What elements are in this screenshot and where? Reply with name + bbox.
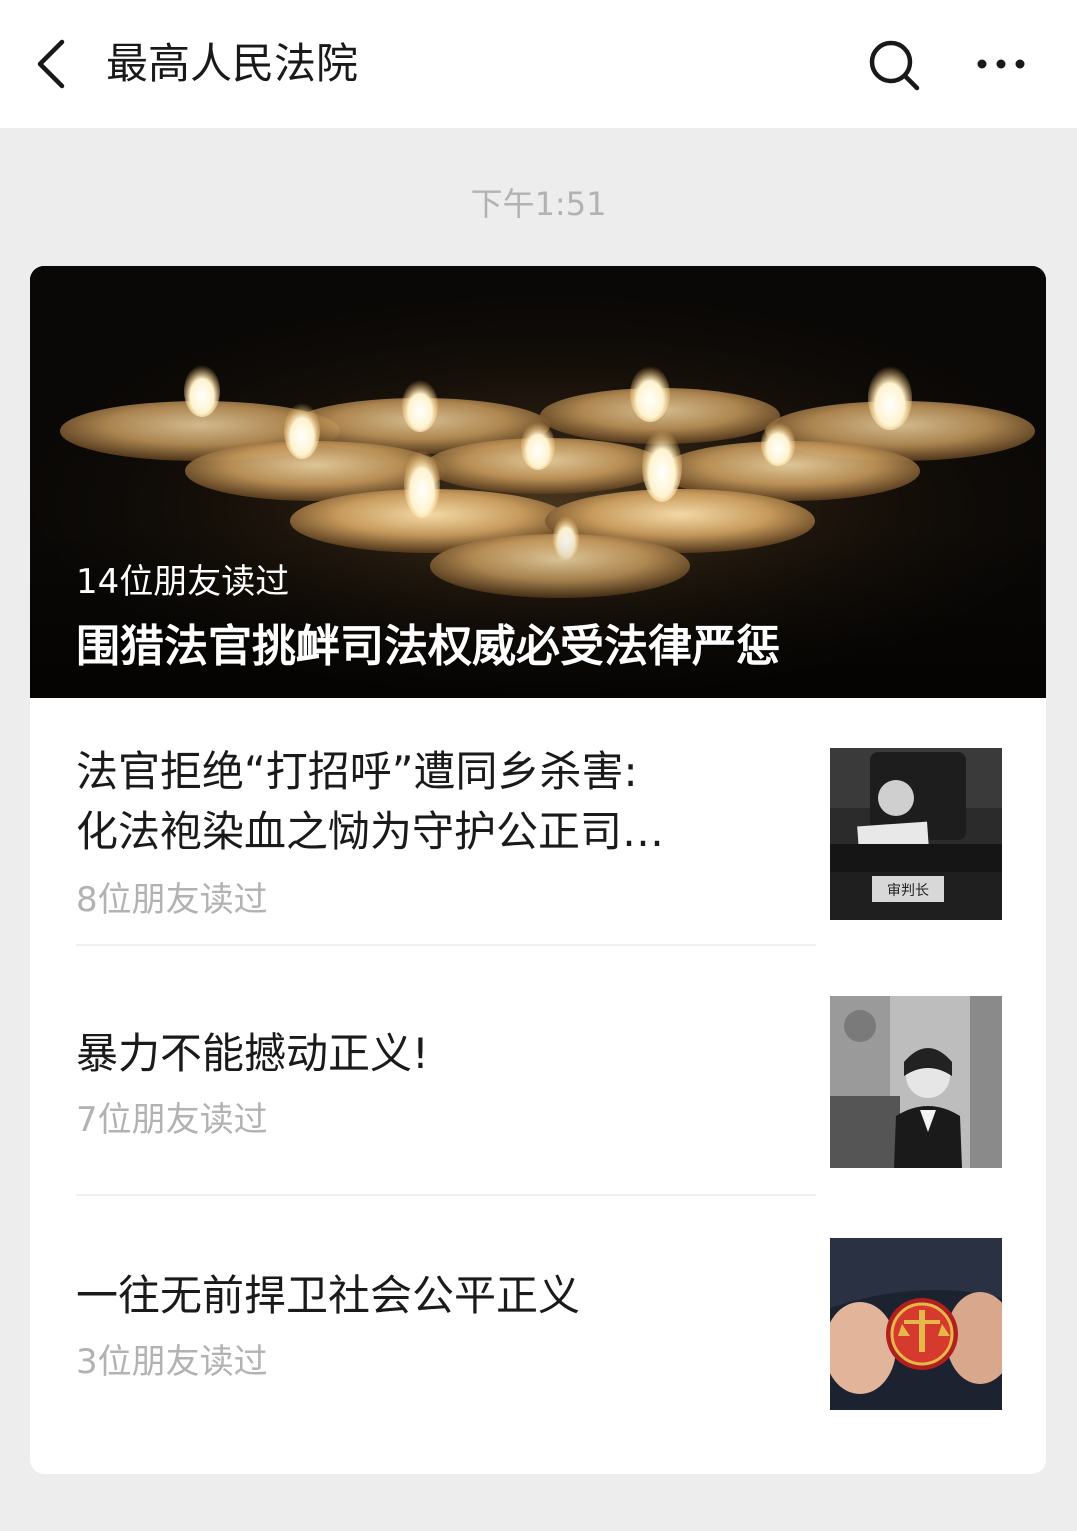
article-readers-count: 3位朋友读过 — [76, 1342, 268, 1382]
search-icon — [869, 40, 920, 91]
article-thumbnail — [830, 1238, 1002, 1410]
article-title-line2: 化法袍染血之恸为守护公正司… — [76, 807, 665, 856]
more-button[interactable] — [972, 46, 1030, 82]
divider — [76, 944, 816, 946]
chevron-left-icon — [37, 39, 65, 89]
court-badge-image — [830, 1238, 1002, 1410]
article-title-line1: 法官拒绝“打招呼”遭同乡杀害: — [76, 747, 638, 796]
more-dots-icon — [977, 59, 1025, 69]
article-item[interactable]: 一往无前捍卫社会公平正义 3位朋友读过 — [30, 1196, 1046, 1474]
judge-photo-image: 审判长 — [830, 748, 1002, 920]
article-thumbnail: 审判长 — [830, 748, 1002, 920]
back-button[interactable] — [30, 34, 74, 94]
article-readers-count: 8位朋友读过 — [76, 880, 268, 920]
article-item[interactable]: 法官拒绝“打招呼”遭同乡杀害: 化法袍染血之恸为守护公正司… 8位朋友读过 审判… — [30, 698, 1046, 948]
message-timestamp: 下午1:51 — [470, 185, 607, 223]
hero-article-title: 围猎法官挑衅司法权威必受法律严惩 — [76, 621, 780, 672]
search-button[interactable] — [864, 36, 924, 94]
article-readers-count: 7位朋友读过 — [76, 1100, 268, 1140]
account-name: 最高人民法院 — [106, 39, 359, 88]
article-thumbnail — [830, 996, 1002, 1168]
hero-readers-count: 14位朋友读过 — [76, 562, 290, 602]
article-item[interactable]: 暴力不能撼动正义! 7位朋友读过 — [30, 948, 1046, 1196]
article-card: 14位朋友读过 围猎法官挑衅司法权威必受法律严惩 法官拒绝“打招呼”遭同乡杀害:… — [30, 266, 1046, 1474]
top-nav-bar: 最高人民法院 — [0, 0, 1077, 128]
hero-article[interactable]: 14位朋友读过 围猎法官挑衅司法权威必受法律严惩 — [30, 266, 1046, 698]
article-title: 暴力不能撼动正义! — [76, 1029, 429, 1078]
article-title: 一往无前捍卫社会公平正义 — [76, 1271, 581, 1320]
nameplate-text: 审判长 — [887, 883, 929, 899]
judge-portrait-image — [830, 996, 1002, 1168]
